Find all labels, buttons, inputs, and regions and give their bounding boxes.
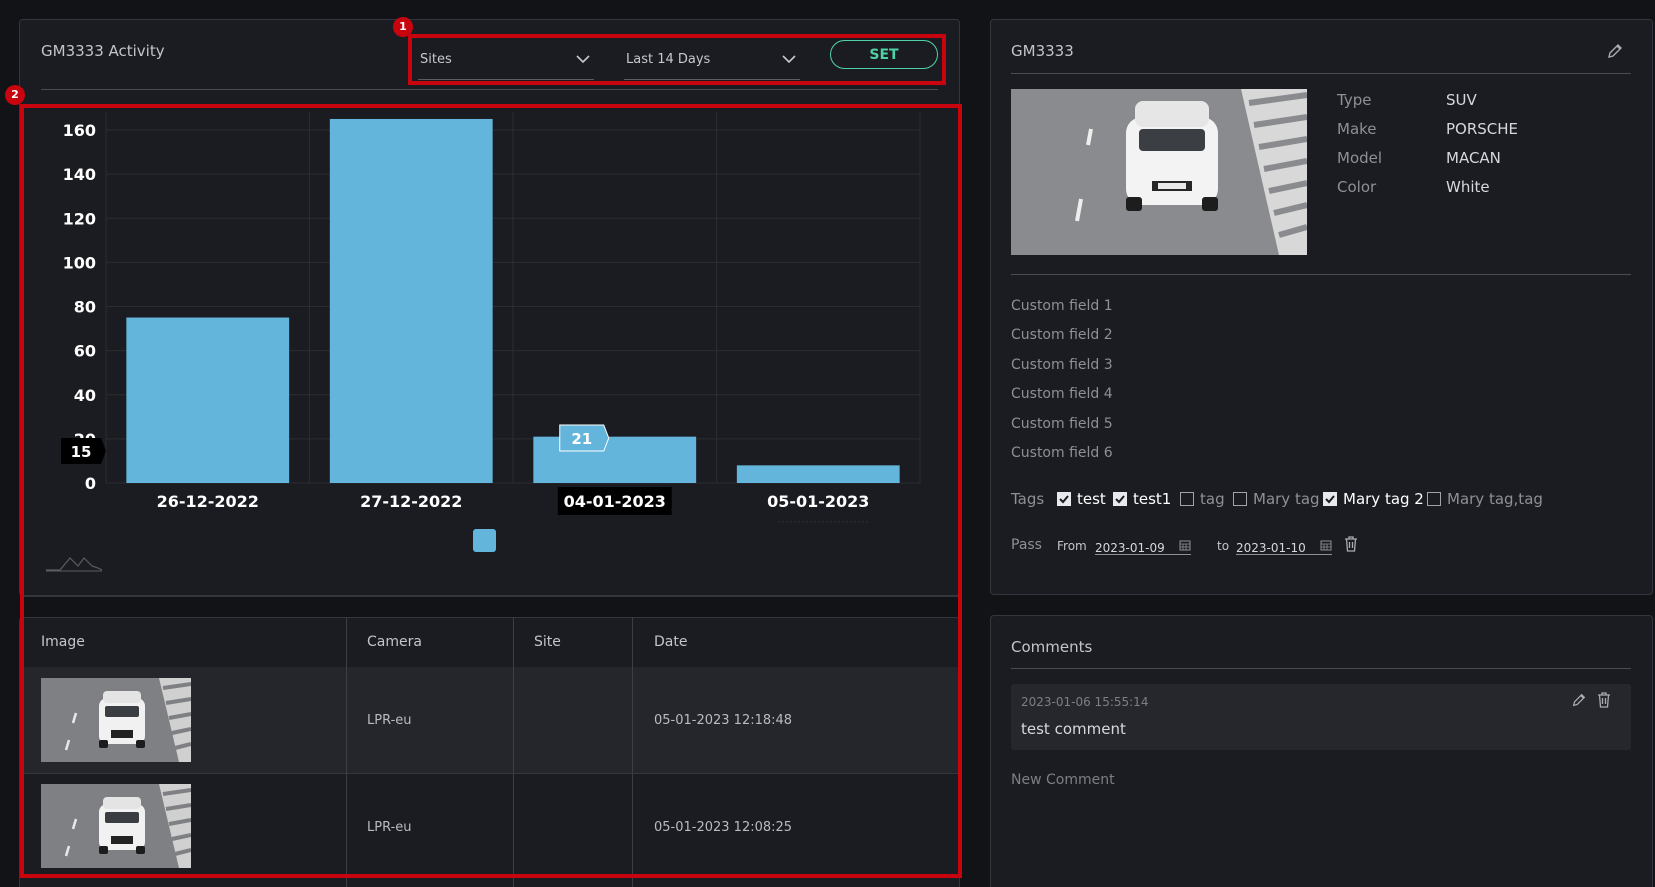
comments-title: Comments bbox=[1011, 638, 1093, 656]
tag-label: Mary tag,tag bbox=[1447, 490, 1543, 508]
vehicle-plate-title: GM3333 bbox=[1011, 42, 1074, 60]
attr-key: Make bbox=[1337, 120, 1377, 138]
tag-label: Mary tag 2 bbox=[1343, 490, 1424, 508]
annotation-box-1 bbox=[408, 34, 946, 85]
annotation-badge-2: 2 bbox=[5, 85, 25, 105]
attr-value: White bbox=[1446, 178, 1490, 196]
attr-key: Model bbox=[1337, 149, 1383, 167]
checkbox-checked-icon[interactable] bbox=[1057, 492, 1071, 506]
tag-checkbox[interactable]: tag bbox=[1180, 490, 1225, 508]
edit-icon[interactable] bbox=[1571, 692, 1587, 708]
checkbox-unchecked-icon[interactable] bbox=[1180, 492, 1194, 506]
tag-label: test1 bbox=[1133, 490, 1172, 508]
pass-to-label: to bbox=[1217, 539, 1230, 553]
custom-field[interactable]: Custom field 3 bbox=[1011, 357, 1113, 373]
calendar-icon bbox=[1179, 540, 1191, 551]
attr-key: Color bbox=[1337, 178, 1377, 196]
edit-icon[interactable] bbox=[1606, 42, 1624, 60]
tag-label: test bbox=[1077, 490, 1106, 508]
custom-field[interactable]: Custom field 6 bbox=[1011, 445, 1113, 461]
vehicle-title-divider bbox=[1011, 73, 1631, 74]
checkbox-checked-icon[interactable] bbox=[1323, 492, 1337, 506]
custom-field[interactable]: Custom field 4 bbox=[1011, 386, 1113, 402]
tag-checkbox[interactable]: Mary tag 2 bbox=[1323, 490, 1424, 508]
custom-field[interactable]: Custom field 2 bbox=[1011, 327, 1113, 343]
attributes-divider bbox=[1011, 274, 1631, 275]
pass-to-value: 2023-01-10 bbox=[1236, 541, 1306, 555]
annotation-box-2 bbox=[20, 104, 962, 878]
comment-text: test comment bbox=[1021, 720, 1126, 738]
calendar-icon bbox=[1320, 540, 1332, 551]
checkbox-unchecked-icon[interactable] bbox=[1427, 492, 1441, 506]
pass-to-date[interactable]: 2023-01-10 bbox=[1236, 537, 1332, 555]
pass-from-date[interactable]: 2023-01-09 bbox=[1095, 537, 1191, 555]
annotation-badge-1: 1 bbox=[393, 17, 413, 37]
pass-from-label: From bbox=[1057, 539, 1087, 553]
custom-field[interactable]: Custom field 1 bbox=[1011, 298, 1113, 314]
pass-label: Pass bbox=[1011, 537, 1042, 553]
vehicle-photo[interactable] bbox=[1011, 89, 1307, 255]
tag-checkbox[interactable]: Mary tag bbox=[1233, 490, 1320, 508]
tag-label: tag bbox=[1200, 490, 1225, 508]
custom-field[interactable]: Custom field 5 bbox=[1011, 416, 1113, 432]
comment-item bbox=[1011, 684, 1631, 750]
trash-icon[interactable] bbox=[1597, 692, 1611, 708]
attr-value: SUV bbox=[1446, 91, 1477, 109]
attr-value: MACAN bbox=[1446, 149, 1501, 167]
checkbox-checked-icon[interactable] bbox=[1113, 492, 1127, 506]
comments-title-divider bbox=[1011, 668, 1631, 669]
tag-label: Mary tag bbox=[1253, 490, 1320, 508]
trash-icon[interactable] bbox=[1344, 536, 1358, 552]
tags-label: Tags bbox=[1011, 490, 1045, 508]
tag-checkbox[interactable]: Mary tag,tag bbox=[1427, 490, 1543, 508]
checkbox-unchecked-icon[interactable] bbox=[1233, 492, 1247, 506]
pass-from-value: 2023-01-09 bbox=[1095, 541, 1165, 555]
comment-timestamp: 2023-01-06 15:55:14 bbox=[1021, 695, 1149, 709]
tag-checkbox[interactable]: test1 bbox=[1113, 490, 1171, 508]
attr-key: Type bbox=[1337, 91, 1372, 109]
tag-checkbox[interactable]: test bbox=[1057, 490, 1106, 508]
attr-value: PORSCHE bbox=[1446, 120, 1519, 138]
new-comment-input[interactable]: New Comment bbox=[1011, 772, 1115, 788]
